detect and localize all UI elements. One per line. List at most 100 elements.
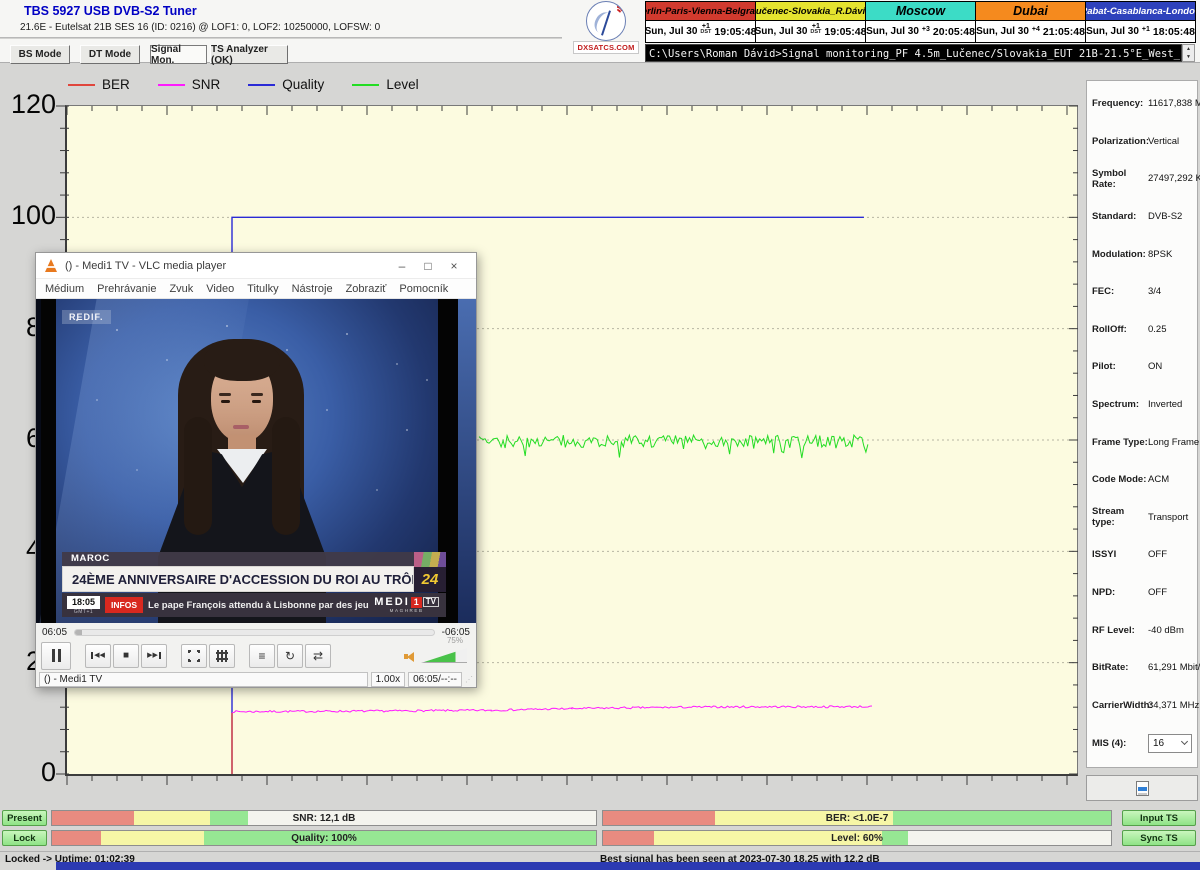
legend-label: Quality: [282, 77, 324, 92]
console-scrollbar[interactable]: ▲ ▼: [1182, 44, 1195, 62]
vlc-menu-titulky[interactable]: Titulky: [247, 283, 278, 295]
legend-item-ber: BER: [68, 77, 130, 92]
resize-grip-icon[interactable]: ⋰: [465, 675, 473, 684]
tab-ts-analyzer-ok-[interactable]: TS Analyzer (OK): [210, 45, 288, 64]
clock-lu-enec-slovakia-r-d-vid: Lučenec-Slovakia_R.DávidSun, Jul 30+1DST…: [755, 1, 866, 43]
vlc-menu-zvuk[interactable]: Zvuk: [169, 283, 193, 295]
vlc-menu-pomocn-k[interactable]: Pomocník: [399, 283, 448, 295]
volume-percent: 75%: [447, 636, 463, 645]
shuffle-button[interactable]: ⇄: [305, 644, 331, 668]
pause-icon: [52, 649, 61, 662]
equalizer-icon: [216, 650, 228, 662]
minimize-icon[interactable]: –: [389, 259, 415, 273]
pillarbox-left: [41, 299, 56, 623]
vlc-menu-n-stroje[interactable]: Nástroje: [292, 283, 333, 295]
status-divider: [0, 851, 1200, 852]
parameter-row: RF Level:-40 dBm: [1087, 611, 1197, 649]
tuner-subtitle: 21.6E - Eutelsat 21B SES 16 (ID: 0216) @…: [20, 22, 380, 33]
parameter-value: OFF: [1148, 549, 1167, 560]
close-icon[interactable]: ×: [441, 259, 467, 273]
stop-button[interactable]: ■: [113, 644, 139, 668]
maximize-icon[interactable]: □: [415, 259, 441, 273]
legend-swatch: [248, 84, 275, 86]
fullscreen-icon: [188, 650, 200, 662]
vlc-titlebar[interactable]: () - Medi1 TV - VLC media player – □ ×: [36, 253, 476, 279]
time-display[interactable]: 06:05/--:--: [408, 672, 462, 687]
previous-icon: ◀◀: [91, 652, 105, 659]
clock-city-label: Rabat-Casablanca-London: [1086, 2, 1195, 21]
speaker-icon[interactable]: [404, 650, 417, 663]
tab-bs-mode[interactable]: BS Mode: [10, 45, 70, 64]
console-line[interactable]: C:\Users\Roman Dávid>Signal monitoring_P…: [645, 44, 1182, 62]
next-button[interactable]: ▶▶: [141, 644, 167, 668]
dxsatcs-logo: DXSATCS.COM: [573, 1, 639, 53]
parameter-label: BitRate:: [1092, 662, 1148, 673]
volume-slider[interactable]: [421, 648, 467, 663]
news-ticker: 18:05 GMT+1 INFOS Le pape François atten…: [62, 593, 446, 617]
parameter-label: Stream type:: [1092, 506, 1148, 528]
previous-button[interactable]: ◀◀: [85, 644, 111, 668]
parameter-value: 3/4: [1148, 286, 1161, 297]
parameter-label: Spectrum:: [1092, 399, 1148, 410]
parameter-row: RollOff:0.25: [1087, 311, 1197, 349]
parameter-row: Spectrum:Inverted: [1087, 386, 1197, 424]
ts-record-button[interactable]: [1086, 775, 1198, 801]
vlc-menu-m-dium[interactable]: Médium: [45, 283, 84, 295]
parameter-label: RollOff:: [1092, 324, 1148, 335]
input-ts-indicator: Input TS: [1122, 810, 1196, 826]
vlc-controls: ◀◀ ■ ▶▶ ≡ ↻ ⇄ 75%: [36, 641, 476, 670]
playlist-button[interactable]: ≡: [249, 644, 275, 668]
parameter-label: Pilot:: [1092, 361, 1148, 372]
clock-berlin-paris-vienna-belgrade: Berlin-Paris-Vienna-BelgradeSun, Jul 30+…: [645, 1, 756, 43]
vlc-menu-video[interactable]: Video: [206, 283, 234, 295]
legend-item-quality: Quality: [248, 77, 324, 92]
legend-swatch: [68, 84, 95, 86]
vlc-menu-zobrazi-[interactable]: Zobraziť: [346, 283, 387, 295]
mis-dropdown[interactable]: 16: [1148, 734, 1192, 753]
parameter-label: Standard:: [1092, 211, 1148, 222]
parameter-value: 61,291 Mbit/s: [1148, 662, 1200, 673]
app-window: TBS 5927 USB DVB-S2 Tuner 21.6E - Eutels…: [0, 0, 1200, 870]
infos-badge: INFOS: [105, 597, 143, 613]
taskbar-strip: [0, 862, 1200, 870]
tab-signal-mon-[interactable]: Signal Mon.: [150, 45, 207, 64]
clock-time: Sun, Jul 30+421:05:48: [976, 21, 1085, 42]
region-tag: MAROC: [62, 552, 446, 566]
playback-speed[interactable]: 1.00x: [371, 672, 405, 687]
sync-ts-indicator: Sync TS: [1122, 830, 1196, 846]
parameter-row: ISSYIOFF: [1087, 536, 1197, 574]
vlc-window: () - Medi1 TV - VLC media player – □ × M…: [35, 252, 477, 688]
scroll-down-icon[interactable]: ▼: [1183, 53, 1194, 61]
parameter-row: Standard:DVB-S2: [1087, 198, 1197, 236]
tab-dt-mode[interactable]: DT Mode: [80, 45, 140, 64]
clock-time: Sun, Jul 30+1DST19:05:48: [756, 21, 865, 42]
parameter-row: NPD:OFF: [1087, 574, 1197, 612]
parameter-value: 8PSK: [1148, 249, 1172, 260]
shuffle-icon: ⇄: [313, 650, 323, 662]
parameter-label: Modulation:: [1092, 249, 1148, 260]
y-axis-label: 100: [2, 200, 56, 230]
clock-city-label: Moscow: [866, 2, 975, 21]
parameter-label: CarrierWidth:: [1092, 700, 1148, 711]
snr-gauge: SNR: 12,1 dB: [51, 810, 597, 826]
parameter-label: FEC:: [1092, 286, 1148, 297]
vlc-menu-prehr-vanie[interactable]: Prehrávanie: [97, 283, 156, 295]
clock-time: Sun, Jul 30+1DST19:05:48: [646, 21, 755, 42]
clock-dubai: DubaiSun, Jul 30+421:05:48: [975, 1, 1086, 43]
parameter-value: 34,371 MHz: [1148, 700, 1199, 711]
parameter-row: Stream type:Transport: [1087, 499, 1197, 537]
ts-list-icon: [1136, 781, 1149, 796]
clock-city-label: Lučenec-Slovakia_R.Dávid: [756, 2, 865, 21]
scroll-up-icon[interactable]: ▲: [1183, 45, 1194, 53]
chart-legend: BERSNRQualityLevel: [68, 77, 419, 92]
extended-settings-button[interactable]: [209, 644, 235, 668]
vlc-title-text: () - Medi1 TV - VLC media player: [65, 260, 389, 272]
mis-value: 16: [1153, 738, 1164, 749]
loop-button[interactable]: ↻: [277, 644, 303, 668]
legend-swatch: [158, 84, 185, 86]
vlc-video-area[interactable]: REDIF. MAROC 24ÈME ANNIVERSAIRE D'ACCESS…: [36, 299, 476, 623]
legend-item-snr: SNR: [158, 77, 221, 92]
seek-slider[interactable]: [74, 629, 435, 636]
fullscreen-button[interactable]: [181, 644, 207, 668]
pause-button[interactable]: [41, 642, 71, 670]
